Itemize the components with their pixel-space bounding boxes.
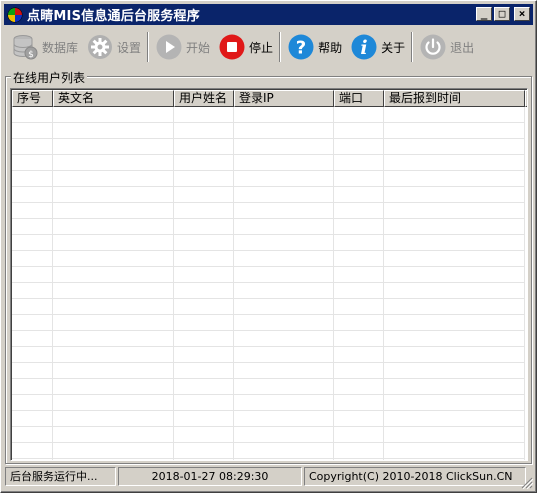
- svg-text:?: ?: [296, 38, 306, 59]
- grid-line: [12, 410, 525, 411]
- toolbar-separator: [147, 32, 150, 62]
- help-icon: ?: [288, 34, 314, 60]
- grid-line: [12, 234, 525, 235]
- grid-line: [233, 107, 234, 460]
- exit-label: 退出: [450, 40, 475, 55]
- grid-line: [12, 266, 525, 267]
- column-header-login-ip[interactable]: 登录IP: [234, 90, 334, 107]
- grid-line: [12, 250, 525, 251]
- grid-line: [12, 298, 525, 299]
- settings-button[interactable]: 设置: [82, 30, 145, 64]
- status-bar: 后台服务运行中... 2018-01-27 08:29:30 Copyright…: [5, 467, 532, 487]
- grid-line: [12, 170, 525, 171]
- exit-button[interactable]: 退出: [415, 30, 478, 64]
- maximize-button[interactable]: □: [494, 7, 510, 21]
- toolbar-separator: [411, 32, 414, 62]
- column-header-port[interactable]: 端口: [334, 90, 384, 107]
- online-users-list[interactable]: 序号 英文名 用户姓名 登录IP 端口 最后报到时间: [10, 88, 528, 461]
- grid-line: [12, 378, 525, 379]
- gear-icon: [88, 35, 113, 59]
- status-datetime: 2018-01-27 08:29:30: [118, 467, 302, 486]
- help-label: 帮助: [318, 40, 343, 55]
- svg-text:i: i: [360, 37, 367, 59]
- app-icon: [7, 7, 23, 22]
- list-body[interactable]: [12, 107, 527, 460]
- grid-line: [333, 107, 334, 460]
- stop-label: 停止: [249, 40, 274, 55]
- grid-line: [524, 107, 525, 460]
- info-icon: i: [351, 34, 377, 60]
- stop-button[interactable]: 停止: [214, 30, 277, 64]
- grid-line: [12, 154, 525, 155]
- minimize-icon: _: [480, 7, 488, 20]
- toolbar: $ 数据库 设置 开始 停止 ? 帮助 i 关于 退出: [7, 28, 532, 66]
- title-bar[interactable]: 点睛MIS信息通后台服务程序 _ □ ×: [4, 4, 533, 25]
- grid-line: [12, 218, 525, 219]
- grid-line: [12, 202, 525, 203]
- column-header-index[interactable]: 序号: [12, 90, 53, 107]
- grid-line: [12, 362, 525, 363]
- grid-line: [12, 330, 525, 331]
- column-header-filler: [525, 90, 527, 107]
- start-label: 开始: [186, 40, 211, 55]
- about-label: 关于: [381, 40, 406, 55]
- settings-label: 设置: [117, 40, 142, 55]
- close-icon: ×: [518, 7, 526, 20]
- grid-line: [12, 282, 525, 283]
- online-users-group-label: 在线用户列表: [11, 69, 88, 86]
- column-header-user-name[interactable]: 用户姓名: [174, 90, 234, 107]
- database-icon: $: [13, 35, 38, 60]
- grid-line: [12, 458, 525, 459]
- toolbar-separator: [279, 32, 282, 62]
- status-copyright: Copyright(C) 2010-2018 ClickSun.CN: [304, 467, 526, 486]
- power-icon: [420, 34, 446, 60]
- grid-line: [12, 394, 525, 395]
- grid-line: [12, 442, 525, 443]
- window-title: 点睛MIS信息通后台服务程序: [27, 9, 200, 24]
- database-label: 数据库: [42, 40, 79, 55]
- main-window: 点睛MIS信息通后台服务程序 _ □ × $ 数据库 设置 开始 停止 ? 帮助…: [0, 0, 537, 493]
- status-text: 后台服务运行中...: [5, 467, 116, 486]
- grid-line: [12, 426, 525, 427]
- help-button[interactable]: ? 帮助: [283, 30, 346, 64]
- grid-line: [12, 186, 525, 187]
- about-button[interactable]: i 关于: [346, 30, 409, 64]
- column-header-english-name[interactable]: 英文名: [53, 90, 174, 107]
- grid-line: [12, 346, 525, 347]
- start-button[interactable]: 开始: [151, 30, 214, 64]
- resize-grip-icon[interactable]: [521, 477, 533, 489]
- grid-line: [12, 122, 525, 123]
- grid-line: [52, 107, 53, 460]
- close-button[interactable]: ×: [514, 7, 530, 21]
- grid-line: [383, 107, 384, 460]
- grid-line: [12, 314, 525, 315]
- grid-line: [173, 107, 174, 460]
- play-icon: [156, 34, 182, 60]
- minimize-button[interactable]: _: [476, 7, 492, 21]
- grid-line: [12, 138, 525, 139]
- svg-text:$: $: [28, 50, 34, 60]
- column-header-last-report-time[interactable]: 最后报到时间: [384, 90, 525, 107]
- database-button[interactable]: $ 数据库: [7, 30, 82, 64]
- maximize-icon: □: [498, 7, 506, 20]
- list-header: 序号 英文名 用户姓名 登录IP 端口 最后报到时间: [12, 90, 527, 107]
- stop-icon: [219, 34, 245, 60]
